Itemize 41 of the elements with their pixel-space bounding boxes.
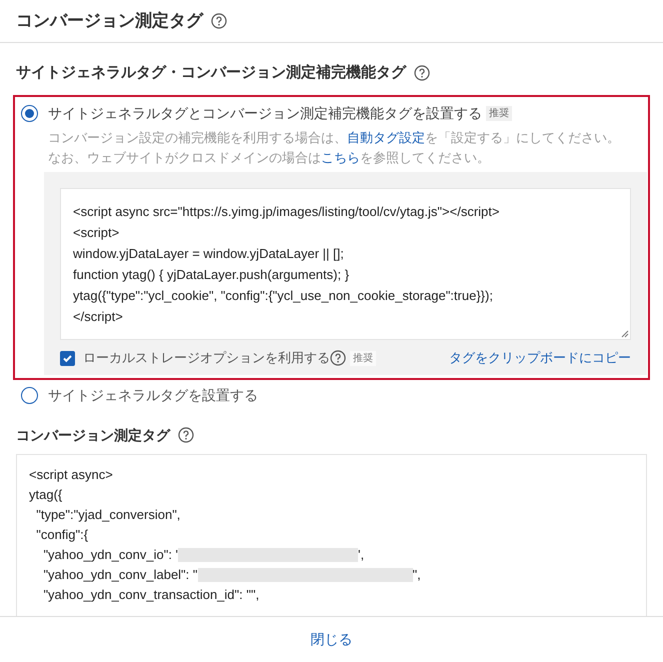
code-line: ytag({"type":"ycl_cookie", "config":{"ycl_use_non_cookie_storage":true}}); <box>73 287 494 305</box>
code-line: "yahoo_ydn_conv_transaction_id": "", <box>42 586 260 604</box>
recommended-badge: 推奨 <box>350 350 376 366</box>
section-heading: サイトジェネラルタグ・コンバージョン測定補完機能タグ <box>16 62 406 83</box>
copy-link[interactable]: タグをクリップボードにコピー <box>449 348 631 368</box>
resize-grip-icon[interactable] <box>621 330 629 338</box>
option-label[interactable]: サイトジェネラルタグとコンバージョン測定補完機能タグを設置する <box>48 103 482 124</box>
note-text: を「設定する」にしてください。 <box>425 130 620 145</box>
help-icon[interactable] <box>414 65 430 81</box>
code-line: "yahoo_ydn_conv_io": ' <box>42 546 178 564</box>
code-line: <script async src="https://s.yimg.jp/images/listing/tool/cv/ytag.js"></script> <box>73 203 500 221</box>
code-line: "type":"yjad_conversion", <box>35 506 180 524</box>
checkbox[interactable] <box>60 350 75 366</box>
code-line: "yahoo_ydn_conv_label": " <box>42 566 198 584</box>
code-line: <script> <box>73 224 120 242</box>
option-label[interactable]: サイトジェネラルタグを設置する <box>48 385 258 406</box>
code-line: "config":{ <box>35 526 88 544</box>
radio-button[interactable] <box>21 387 38 404</box>
code-line: </script> <box>73 308 124 326</box>
recommended-badge: 推奨 <box>486 106 512 121</box>
checkbox-label[interactable]: ローカルストレージオプションを利用する <box>83 348 330 368</box>
code-line: <script async> <box>29 466 113 484</box>
section-heading: コンバージョン測定タグ <box>16 426 170 444</box>
link[interactable]: 自動タグ設定 <box>347 130 425 145</box>
code-line: function ytag() { yjDataLayer.push(arguments); } <box>73 266 350 284</box>
note-text: なお、ウェブサイトがクロスドメインの場合は <box>48 150 321 165</box>
help-icon[interactable] <box>178 427 194 443</box>
note-text: コンバージョン設定の補完機能を利用する場合は、 <box>48 130 347 145</box>
close-button[interactable]: 閉じる <box>294 625 368 654</box>
code-line: ytag({ <box>29 486 62 504</box>
link[interactable]: こちら <box>321 150 360 165</box>
help-icon[interactable] <box>330 350 346 366</box>
code-line: ", <box>412 566 421 584</box>
help-icon[interactable] <box>211 13 227 29</box>
code-textarea[interactable] <box>60 188 631 340</box>
note-text: を参照してください。 <box>360 150 490 165</box>
code-line: window.yjDataLayer = window.yjDataLayer || []; <box>73 245 345 263</box>
radio-button[interactable] <box>21 105 38 122</box>
dialog-title: コンバージョン測定タグ <box>16 10 203 32</box>
code-line: ', <box>358 546 364 564</box>
checkmark-icon <box>62 352 73 364</box>
